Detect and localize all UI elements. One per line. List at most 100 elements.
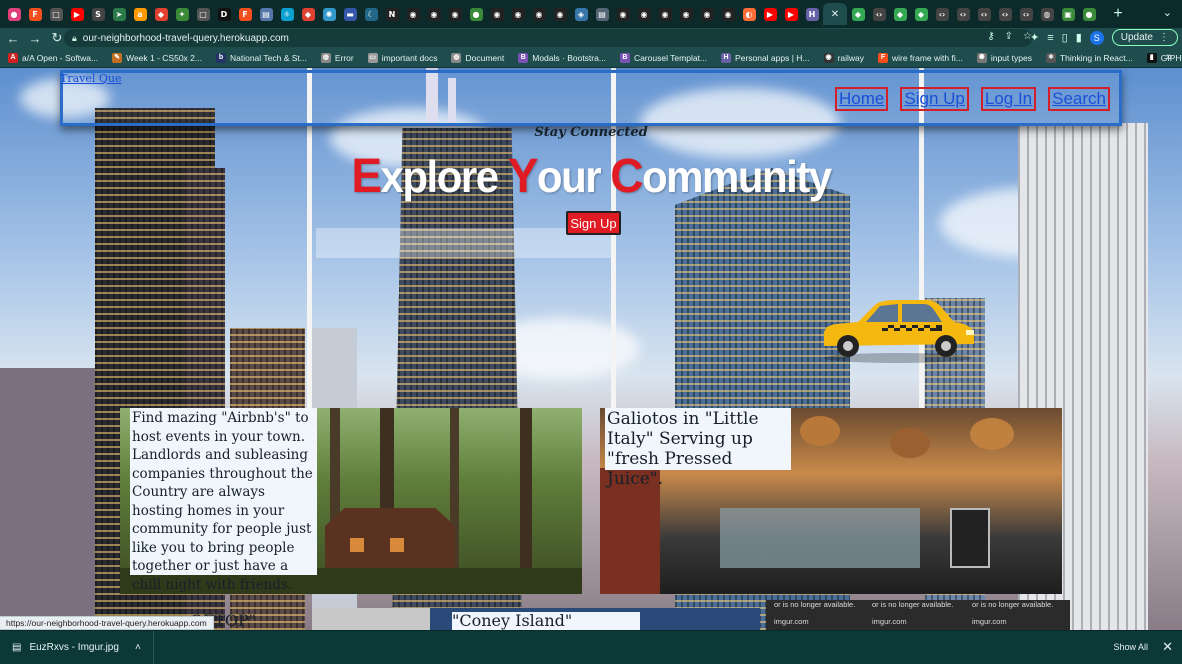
- hero-signup-button[interactable]: Sign Up: [566, 211, 621, 235]
- tab-github[interactable]: ◉: [445, 3, 465, 25]
- tab-code[interactable]: ‹›: [953, 3, 973, 25]
- bookmark-label: National Tech & St...: [229, 52, 307, 63]
- tab-github[interactable]: ◉: [487, 3, 507, 25]
- tab-window[interactable]: ▤: [256, 3, 276, 25]
- tab-github[interactable]: ◉: [676, 3, 696, 25]
- bookmark-item[interactable]: ✎ Week 1 - CS50x 2...: [112, 52, 202, 63]
- bookmark-item[interactable]: ◍ Document: [451, 52, 504, 63]
- tab-github[interactable]: ◉: [550, 3, 570, 25]
- tab-gear[interactable]: ✺: [319, 3, 339, 25]
- tab-figma[interactable]: F: [25, 3, 45, 25]
- show-all-downloads-button[interactable]: Show All: [1113, 642, 1148, 652]
- tab-code[interactable]: ‹›: [995, 3, 1015, 25]
- address-bar[interactable]: 🔒︎ our-neighborhood-travel-query.herokua…: [64, 29, 1032, 47]
- download-item[interactable]: ▤ EuzRxvs - Imgur.jpg ˄: [0, 630, 154, 664]
- tab-github[interactable]: ◉: [508, 3, 528, 25]
- tab-react[interactable]: ⚛: [277, 3, 297, 25]
- share-icon[interactable]: ⇪: [1005, 31, 1013, 42]
- tab-leaf[interactable]: ✦: [172, 3, 192, 25]
- bookmark-favicon-icon: B: [518, 52, 529, 63]
- tab-youtube[interactable]: ▶: [67, 3, 87, 25]
- extensions-icon[interactable]: ✦: [1030, 31, 1039, 44]
- nav-search-link[interactable]: Search: [1048, 87, 1110, 111]
- tab-active[interactable]: ✕: [823, 3, 847, 25]
- tab-github[interactable]: ◉: [634, 3, 654, 25]
- close-downloads-icon[interactable]: ✕: [1162, 639, 1173, 655]
- key-icon[interactable]: ⚷: [987, 31, 994, 42]
- tab-youtube[interactable]: ▶: [760, 3, 780, 25]
- bookmark-item[interactable]: Aa/A Open - Softwa...: [8, 52, 98, 63]
- tab-github[interactable]: ◉: [403, 3, 423, 25]
- new-tab-icon[interactable]: +: [1108, 5, 1128, 23]
- bookmark-item[interactable]: ✺ input types: [976, 52, 1032, 63]
- chevron-up-icon[interactable]: ˄: [135, 642, 141, 653]
- tab-app[interactable]: ●: [4, 3, 24, 25]
- back-icon[interactable]: ←: [4, 31, 22, 46]
- nav-home-link[interactable]: Home: [835, 87, 889, 111]
- tab-maps[interactable]: ◆: [911, 3, 931, 25]
- tab-code[interactable]: ‹›: [932, 3, 952, 25]
- tab-github[interactable]: ◉: [697, 3, 717, 25]
- bookmark-item[interactable]: ⚛ Thinking in React...: [1045, 52, 1133, 63]
- tab-leaf[interactable]: ●: [1079, 3, 1099, 25]
- headline-word-2: our: [536, 151, 611, 202]
- nav-signup-link[interactable]: Sign Up: [900, 87, 969, 111]
- tab-notion[interactable]: N: [382, 3, 402, 25]
- tab-dev[interactable]: D: [214, 3, 234, 25]
- tab-moon[interactable]: ☾: [361, 3, 381, 25]
- bookmark-item[interactable]: H Personal apps | H...: [721, 52, 810, 63]
- tab-postman[interactable]: ◐: [739, 3, 759, 25]
- tab-github[interactable]: ◉: [655, 3, 675, 25]
- tab-square[interactable]: □: [193, 3, 213, 25]
- tab-figma[interactable]: F: [235, 3, 255, 25]
- tab-s[interactable]: S: [88, 3, 108, 25]
- bookmarks-overflow-icon[interactable]: »: [1166, 51, 1172, 63]
- bookmark-item[interactable]: ▭ important docs: [367, 52, 437, 63]
- tab-leaf[interactable]: ●: [466, 3, 486, 25]
- bookmark-item[interactable]: Fwire frame with fi...: [877, 52, 963, 63]
- tab-github[interactable]: ◉: [718, 3, 738, 25]
- tab-doc[interactable]: ▤: [592, 3, 612, 25]
- tab-github[interactable]: ◉: [529, 3, 549, 25]
- nav-login-link[interactable]: Log In: [980, 87, 1037, 111]
- tab-github[interactable]: ◉: [424, 3, 444, 25]
- tab-heroku[interactable]: H: [802, 3, 822, 25]
- bookmark-item[interactable]: ◉ railway: [823, 52, 864, 63]
- bookmark-item[interactable]: ◍ Error: [320, 52, 354, 63]
- tab-square[interactable]: □: [46, 3, 66, 25]
- bookmark-item[interactable]: B Modals · Bootstra...: [518, 52, 606, 63]
- tab-python[interactable]: ◈: [571, 3, 591, 25]
- close-icon[interactable]: ✕: [831, 9, 839, 20]
- tab-arrow[interactable]: ➤: [109, 3, 129, 25]
- tab-code[interactable]: ‹›: [974, 3, 994, 25]
- imgur-domain-3: imgur.com: [972, 617, 1007, 626]
- github-icon: ◉: [406, 7, 420, 21]
- tab-globe[interactable]: ◍: [1037, 3, 1057, 25]
- tab-code[interactable]: ‹›: [1016, 3, 1036, 25]
- tab-chart[interactable]: ◆: [151, 3, 171, 25]
- tab-card[interactable]: ▬: [340, 3, 360, 25]
- tab-chart[interactable]: ◆: [298, 3, 318, 25]
- tab-github[interactable]: ◉: [613, 3, 633, 25]
- profile-avatar[interactable]: S: [1089, 30, 1104, 45]
- media-icon[interactable]: ≡: [1047, 32, 1053, 44]
- bookmark-item[interactable]: ▮GIPHY Developers: [1146, 52, 1182, 63]
- forward-icon[interactable]: →: [26, 31, 44, 46]
- tab-folder[interactable]: ▣: [1058, 3, 1078, 25]
- github-icon: ◉: [658, 7, 672, 21]
- tab-search-icon[interactable]: ⌄: [1163, 6, 1172, 19]
- bookmark-label: Week 1 - CS50x 2...: [126, 52, 202, 63]
- link-status-bar: https://our-neighborhood-travel-query.he…: [0, 616, 214, 630]
- tab-maps[interactable]: ◆: [890, 3, 910, 25]
- bookmark-item[interactable]: b National Tech & St...: [215, 52, 307, 63]
- tab-maps[interactable]: ◆: [848, 3, 868, 25]
- sidepanel-icon[interactable]: ▯: [1062, 31, 1068, 44]
- tab-amazon[interactable]: a: [130, 3, 150, 25]
- bookmark-item[interactable]: B Carousel Templat...: [619, 52, 707, 63]
- bookmark-icon[interactable]: ▮: [1076, 31, 1082, 44]
- update-button[interactable]: Update ⋮: [1111, 29, 1178, 46]
- tab-code[interactable]: ‹›: [869, 3, 889, 25]
- tab-youtube[interactable]: ▶: [781, 3, 801, 25]
- headline-cap-c: C: [610, 147, 643, 203]
- site-brand-link[interactable]: Travel Que: [60, 72, 122, 85]
